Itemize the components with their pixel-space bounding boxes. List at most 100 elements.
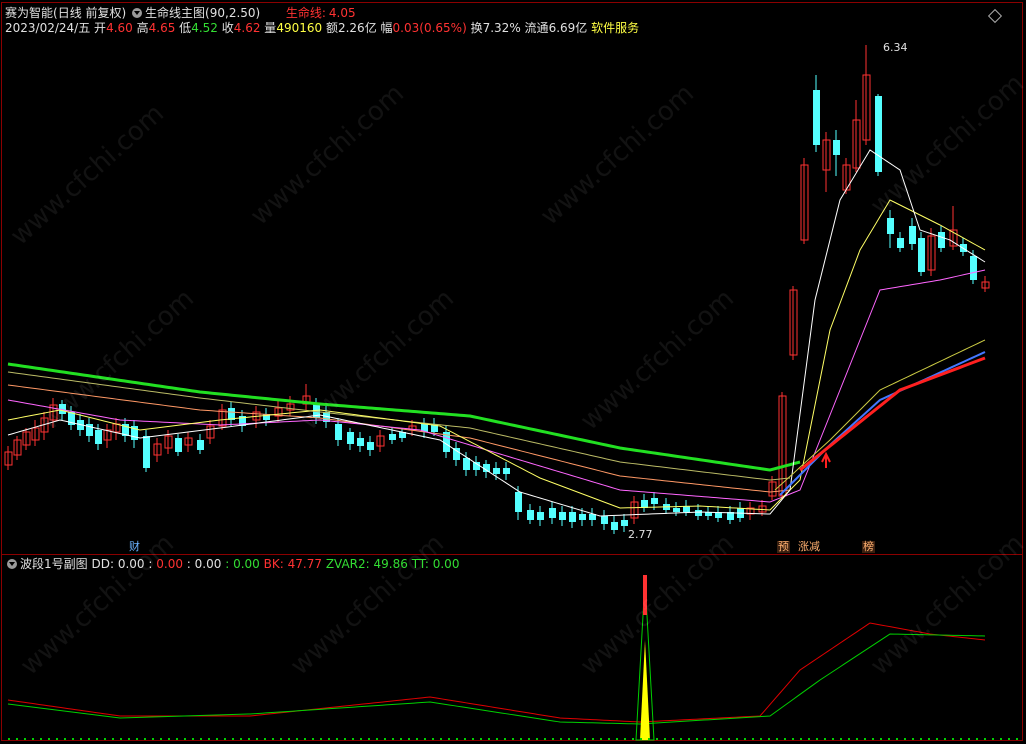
bk-line (7, 622, 986, 723)
close-value: 4.62 (233, 21, 261, 35)
baseline-dot (456, 738, 458, 740)
baseline-dot (520, 738, 522, 740)
baseline-dot (144, 738, 146, 740)
zvar2-label: ZVAR2: (325, 557, 370, 571)
baseline-dot (440, 738, 442, 740)
baseline-dot (120, 738, 122, 740)
baseline-dot (976, 738, 978, 740)
volume-label: 量 (264, 21, 277, 35)
baseline-dot (760, 738, 762, 740)
volume-value: 490160 (276, 21, 323, 35)
baseline-dot (376, 738, 378, 740)
baseline-dot (432, 738, 434, 740)
tt-label: TT: (411, 557, 429, 571)
baseline-dot (848, 738, 850, 740)
baseline-dot (656, 738, 658, 740)
low-label: 低 (179, 21, 192, 35)
baseline-dot (992, 738, 994, 740)
baseline-dot (224, 738, 226, 740)
baseline-dot (768, 738, 770, 740)
sub-indicator-dropdown-icon[interactable] (7, 559, 17, 569)
baseline-dot (928, 738, 930, 740)
zvar2-line (7, 633, 986, 725)
baseline-dot (248, 738, 250, 740)
baseline-dot (600, 738, 602, 740)
change-value: 0.03(0.65%) (392, 21, 467, 35)
baseline-dot (368, 738, 370, 740)
event-bang-badge[interactable]: 榜 (862, 541, 875, 553)
baseline-dot (800, 738, 802, 740)
baseline-dot (544, 738, 546, 740)
baseline-dot (528, 738, 530, 740)
baseline-dot (944, 738, 946, 740)
sector-label[interactable]: 软件服务 (591, 21, 639, 35)
dd-value: 0.00 (117, 557, 145, 571)
baseline-dot (728, 738, 730, 740)
baseline-dot (792, 738, 794, 740)
baseline-dot (688, 738, 690, 740)
baseline-dot (24, 738, 26, 740)
high-price-label: 6.34 (883, 41, 908, 54)
event-zhangjian-badge[interactable]: 涨减 (797, 541, 821, 553)
baseline-dot (632, 738, 634, 740)
baseline-dot (344, 738, 346, 740)
baseline-dot (640, 738, 642, 740)
baseline-dot (256, 738, 258, 740)
baseline-dot (264, 738, 266, 740)
amount-label: 额 (325, 21, 338, 35)
bk-value: 47.77 (287, 557, 322, 571)
baseline-dot (56, 738, 58, 740)
zvar2-value: 49.86 (373, 557, 408, 571)
float-value: 6.69亿 (548, 21, 588, 35)
baseline-dot (216, 738, 218, 740)
baseline-dot (416, 738, 418, 740)
baseline-dot (816, 738, 818, 740)
baseline-dot (680, 738, 682, 740)
baseline-dot (392, 738, 394, 740)
float-label: 流通 (524, 21, 549, 35)
baseline-dot (32, 738, 34, 740)
baseline-dot (832, 738, 834, 740)
lifeline-value: 4.05 (328, 6, 356, 20)
stock-name[interactable]: 赛为智能 (5, 6, 53, 20)
sub-indicator-name[interactable]: 波段1号副图 (20, 557, 88, 571)
baseline-dot (160, 738, 162, 740)
baseline-dot (16, 738, 18, 740)
indicator-dropdown-icon[interactable] (132, 8, 143, 18)
indicator-params: (90,2.50) (205, 6, 261, 20)
baseline-dot (608, 738, 610, 740)
baseline-dot (496, 738, 498, 740)
baseline-dot (664, 738, 666, 740)
baseline-dot (400, 738, 402, 740)
baseline-dot (512, 738, 514, 740)
baseline-dot (128, 738, 130, 740)
lifeline-label: 生命线: (285, 6, 326, 20)
period-label[interactable]: (日线 前复权) (53, 6, 126, 20)
baseline-dot (712, 738, 714, 740)
baseline-dot (304, 738, 306, 740)
baseline-dot (40, 738, 42, 740)
baseline-dot (984, 738, 986, 740)
baseline-dot (48, 738, 50, 740)
baseline-dot (64, 738, 66, 740)
baseline-dot (272, 738, 274, 740)
baseline-dot (752, 738, 754, 740)
baseline-dot (872, 738, 874, 740)
baseline-dot (552, 738, 554, 740)
baseline-dot (776, 738, 778, 740)
sub-indicator-chart[interactable] (0, 0, 1026, 744)
baseline-dot (616, 738, 618, 740)
baseline-dot (408, 738, 410, 740)
baseline-dot (672, 738, 674, 740)
event-cai-badge[interactable]: 财 (128, 541, 141, 553)
baseline-dot (720, 738, 722, 740)
indicator-name[interactable]: 生命线主图 (145, 6, 205, 20)
v4-value: 0.00 (233, 557, 260, 571)
event-yu-badge[interactable]: 预 (777, 541, 790, 553)
baseline-dot (1016, 738, 1018, 740)
baseline-dot (936, 738, 938, 740)
baseline-dot (504, 738, 506, 740)
baseline-dot (288, 738, 290, 740)
baseline-dot (1008, 738, 1010, 740)
baseline-dot (704, 738, 706, 740)
